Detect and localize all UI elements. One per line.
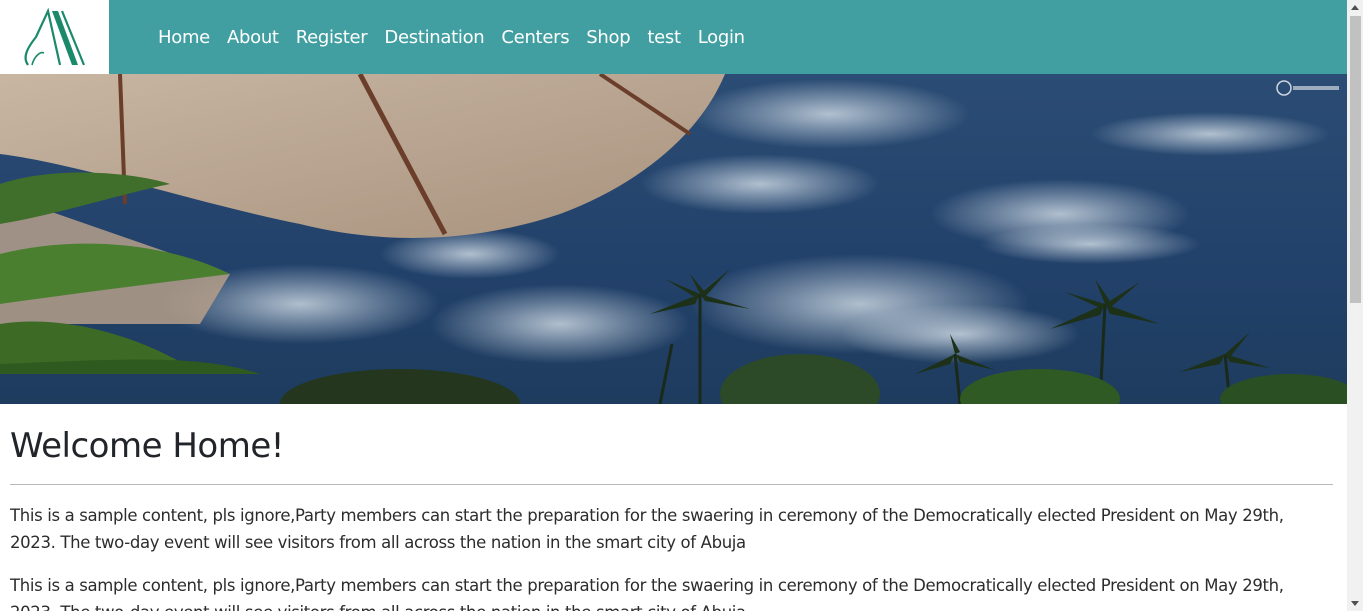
divider [10,484,1333,485]
nav-menu: Home About Register Destination Centers … [158,27,762,48]
nav-about[interactable]: About [227,27,279,48]
nav-shop[interactable]: Shop [586,27,630,48]
scrollbar[interactable] [1347,0,1363,611]
nav-home[interactable]: Home [158,27,210,48]
scroll-up-icon[interactable] [1351,5,1359,10]
content-paragraph: This is a sample content, pls ignore,Par… [10,506,1284,552]
scroll-down-icon[interactable] [1351,601,1359,606]
nav-register[interactable]: Register [296,27,368,48]
nav-centers[interactable]: Centers [501,27,569,48]
scrollbar-thumb[interactable] [1350,16,1361,303]
logo[interactable] [0,0,109,74]
hero-image [0,74,1347,404]
content-paragraph: This is a sample content, pls ignore,Par… [10,576,1284,611]
watermark-icon [1276,80,1339,96]
hero-banner [0,74,1347,404]
m-logo-icon [23,7,85,66]
page-title: Welcome Home! [10,426,284,466]
main-content: Welcome Home! This is a sample content, … [10,404,1333,611]
nav-test[interactable]: test [647,27,681,48]
navbar: Home About Register Destination Centers … [0,0,1347,74]
nav-destination[interactable]: Destination [384,27,484,48]
nav-login[interactable]: Login [698,27,745,48]
